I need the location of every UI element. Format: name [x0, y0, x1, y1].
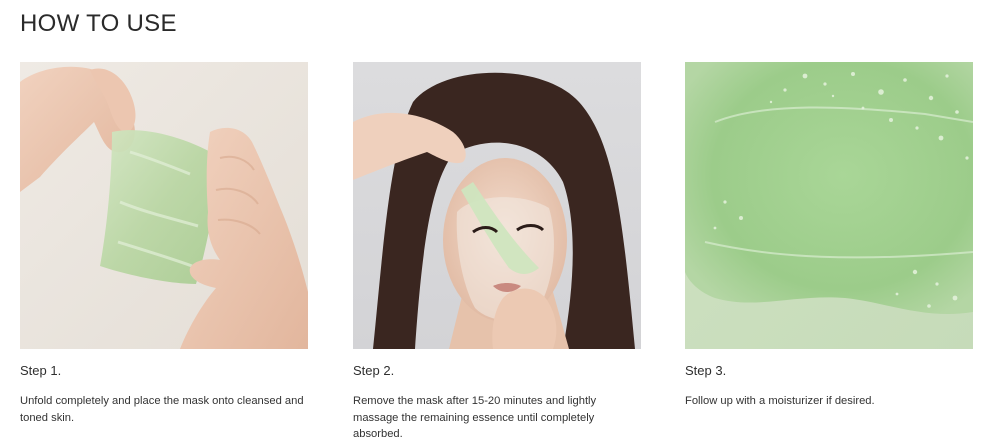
step-card-3: Step 3. Follow up with a moisturizer if … [685, 62, 973, 410]
step-label: Step 2. [353, 363, 395, 378]
step-description: Follow up with a moisturizer if desired. [685, 395, 875, 407]
step-description: Remove the mask after 15-20 minutes and … [353, 395, 597, 440]
step-card-1: Step 1. Unfold completely and place the … [20, 62, 308, 426]
hands-unfolding-mask-image [20, 62, 308, 349]
green-essence-texture-image [685, 62, 973, 349]
step-card-2: Step 2. Remove the mask after 15-20 minu… [353, 62, 641, 443]
step-label: Step 1. [20, 363, 62, 378]
step-label: Step 3. [685, 363, 727, 378]
woman-removing-mask-image [353, 62, 641, 349]
step-description: Unfold completely and place the mask ont… [20, 395, 304, 424]
section-title: HOW TO USE [20, 10, 177, 37]
